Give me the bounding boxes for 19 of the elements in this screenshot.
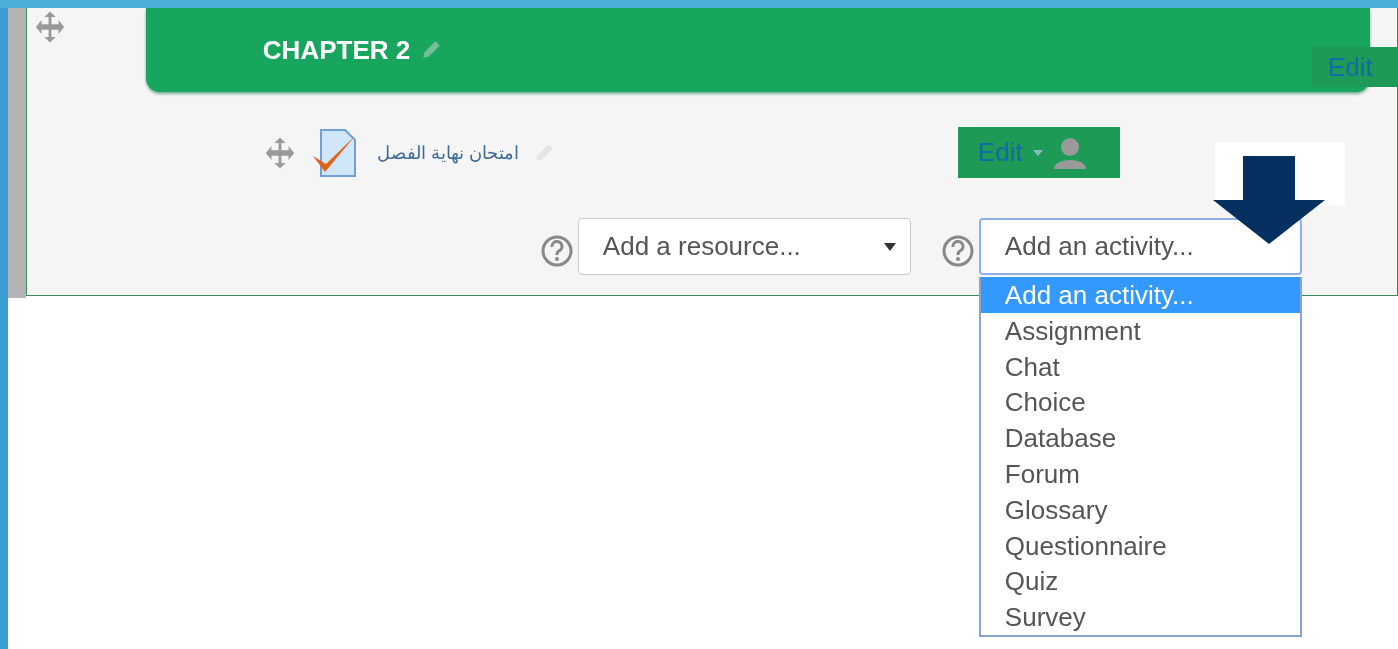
dropdown-option[interactable]: Chat [980, 348, 1300, 385]
dropdown-option[interactable]: Questionnaire [980, 527, 1300, 564]
dropdown-option[interactable]: Forum [980, 456, 1300, 492]
user-icon [1052, 136, 1087, 169]
pencil-icon[interactable] [420, 39, 443, 61]
dropdown-option[interactable]: Assignment [980, 312, 1300, 349]
section-title: CHAPTER 2 [262, 34, 411, 66]
dropdown-option[interactable]: Quiz [980, 563, 1300, 600]
dropdown-option[interactable]: Glossary [980, 491, 1300, 528]
resource-select[interactable]: Add a resource... [577, 218, 911, 275]
help-icon[interactable] [539, 233, 574, 268]
activity-link[interactable]: امتحان نهاية الفصل [376, 141, 519, 164]
down-arrow-icon [1212, 156, 1327, 244]
dropdown-option[interactable]: Choice [980, 384, 1300, 421]
dropdown-option[interactable]: Database [980, 420, 1300, 456]
help-icon[interactable] [940, 233, 975, 268]
caret-icon [883, 242, 896, 251]
caret-icon [1032, 149, 1043, 156]
dropdown-option[interactable]: Survey [980, 599, 1300, 635]
